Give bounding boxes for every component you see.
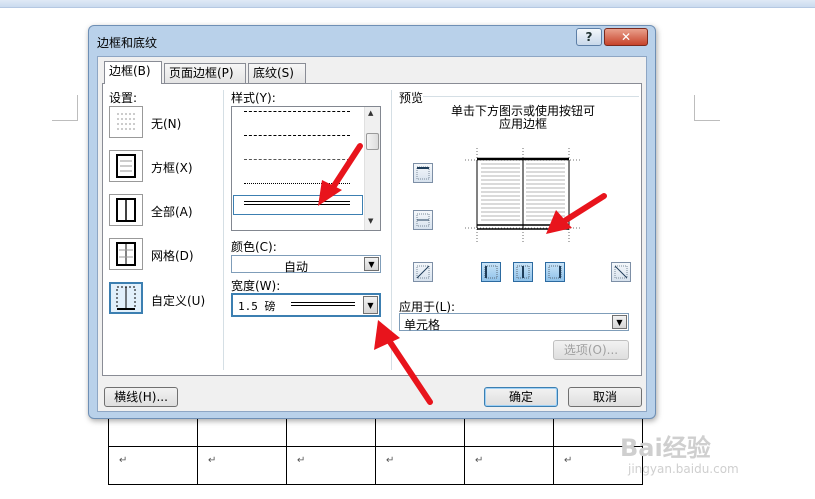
apply-to-value: 单元格 (404, 318, 441, 332)
table-cell[interactable]: ↵ (197, 446, 287, 485)
paragraph-mark: ↵ (475, 455, 484, 466)
line-style-double-selected[interactable] (233, 195, 363, 215)
line-style-dash-dot-dot[interactable] (244, 183, 350, 184)
inside-vertical-border-icon (516, 265, 530, 279)
diagonal-up-border-icon (416, 265, 430, 279)
close-button[interactable]: ✕ (604, 28, 648, 46)
options-button[interactable]: 选项(O)... (553, 340, 629, 360)
watermark-logo: Bai经验 (620, 434, 711, 462)
setting-all-label[interactable]: 全部(A) (151, 203, 193, 220)
setting-custom-icon[interactable] (109, 282, 143, 314)
chevron-down-icon[interactable]: ▼ (363, 296, 378, 314)
borders-and-shading-dialog: 边框和底纹 ? ✕ 边框(B) 页面边框(P) 底纹(S) 设置: 无(N) 方… (88, 25, 656, 419)
setting-custom-label[interactable]: 自定义(U) (151, 292, 205, 309)
left-border-icon (484, 265, 498, 279)
preview-rule (423, 96, 639, 97)
tab-borders[interactable]: 边框(B) (104, 61, 162, 84)
setting-none-label[interactable]: 无(N) (151, 115, 181, 132)
line-style-double-line (244, 201, 350, 205)
table-cell[interactable] (197, 418, 287, 447)
preview-header: 预览 (399, 91, 424, 105)
setting-grid-icon[interactable] (109, 238, 143, 270)
paragraph-mark: ↵ (119, 455, 128, 466)
setting-box-icon[interactable] (109, 150, 143, 182)
dialog-title: 边框和底纹 (97, 36, 158, 50)
inside-horizontal-border-icon (416, 213, 430, 227)
line-style-dashed[interactable] (244, 135, 350, 136)
left-border-button[interactable] (481, 262, 501, 282)
tab-shading[interactable]: 底纹(S) (248, 63, 306, 83)
ok-button[interactable]: 确定 (484, 387, 558, 407)
right-border-icon (548, 265, 562, 279)
style-header: 样式(Y): (231, 91, 276, 105)
paragraph-mark: ↵ (297, 455, 306, 466)
color-select-value: 自动 (284, 260, 309, 274)
width-select[interactable]: 1.5 磅 ▼ (231, 293, 381, 317)
dialog-titlebar[interactable]: 边框和底纹 ? ✕ (89, 26, 655, 56)
margin-corner-left (52, 95, 78, 121)
diagonal-down-border-icon (614, 265, 628, 279)
paragraph-mark: ↵ (208, 455, 217, 466)
no-border-icon (117, 113, 135, 130)
margin-corner-right (694, 95, 720, 121)
table-cell[interactable] (108, 418, 198, 447)
table-cell[interactable]: ↵ (108, 446, 198, 485)
top-border-button[interactable] (413, 163, 433, 183)
scroll-thumb[interactable] (366, 133, 379, 150)
color-label: 颜色(C): (231, 240, 277, 254)
paragraph-mark: ↵ (564, 455, 573, 466)
paragraph-mark: ↵ (386, 455, 395, 466)
window-title-strip (0, 0, 815, 8)
line-style-scrollbar[interactable]: ▲ ▼ (364, 107, 380, 230)
setting-all-icon[interactable] (109, 194, 143, 226)
setting-box-label[interactable]: 方框(X) (151, 159, 193, 176)
table-cell[interactable] (375, 418, 465, 447)
custom-border-icon (116, 286, 136, 310)
column-separator (223, 90, 224, 370)
diagonal-up-border-button[interactable] (413, 262, 433, 282)
document-table: ↵ ↵ ↵ ↵ ↵ ↵ (108, 418, 643, 485)
setting-grid-label[interactable]: 网格(D) (151, 247, 194, 264)
horizontal-line-button[interactable]: 横线(H)... (104, 387, 178, 407)
chevron-down-icon[interactable]: ▼ (364, 257, 379, 271)
line-style-dash-dot[interactable] (244, 159, 350, 160)
table-cell[interactable] (286, 418, 376, 447)
scroll-up-arrow-icon[interactable]: ▲ (368, 109, 373, 117)
grid-border-icon (116, 242, 136, 266)
watermark-url: jingyan.baidu.com (628, 462, 739, 476)
tab-page-border[interactable]: 页面边框(P) (164, 63, 246, 83)
all-borders-icon (116, 198, 136, 222)
border-preview-diagram[interactable] (465, 148, 581, 242)
width-select-value: 1.5 磅 (238, 300, 276, 313)
middle-border-button[interactable] (413, 210, 433, 230)
inside-vertical-border-button[interactable] (513, 262, 533, 282)
table-cell[interactable]: ↵ (464, 446, 554, 485)
color-select[interactable]: 自动 ▼ (231, 255, 381, 274)
chevron-down-icon[interactable]: ▼ (612, 315, 627, 329)
borders-tab-panel: 设置: 无(N) 方框(X) 全部(A) 网格(D) 自定义(U) 样式(Y):… (102, 83, 642, 376)
help-button[interactable]: ? (576, 28, 602, 46)
table-cell[interactable] (464, 418, 554, 447)
right-border-button[interactable] (545, 262, 565, 282)
top-border-icon (416, 166, 430, 180)
scroll-down-arrow-icon[interactable]: ▼ (368, 217, 373, 225)
width-label: 宽度(W): (231, 279, 281, 293)
diagonal-down-border-button[interactable] (611, 262, 631, 282)
box-border-icon (116, 154, 136, 178)
cancel-button[interactable]: 取消 (568, 387, 642, 407)
table-cell[interactable]: ↵ (375, 446, 465, 485)
apply-to-select[interactable]: 单元格 ▼ (399, 313, 629, 332)
dialog-client-area: 边框(B) 页面边框(P) 底纹(S) 设置: 无(N) 方框(X) 全部(A)… (97, 56, 647, 412)
width-line-sample (291, 302, 355, 306)
column-separator (391, 90, 392, 370)
line-style-dashed-small[interactable] (244, 111, 350, 112)
settings-header: 设置: (109, 91, 138, 105)
setting-none-icon[interactable] (109, 106, 143, 138)
line-style-list[interactable]: ▲ ▼ (231, 106, 381, 231)
table-cell[interactable]: ↵ (286, 446, 376, 485)
preview-hint: 单击下方图示或使用按钮可 应用边框 (450, 104, 595, 131)
